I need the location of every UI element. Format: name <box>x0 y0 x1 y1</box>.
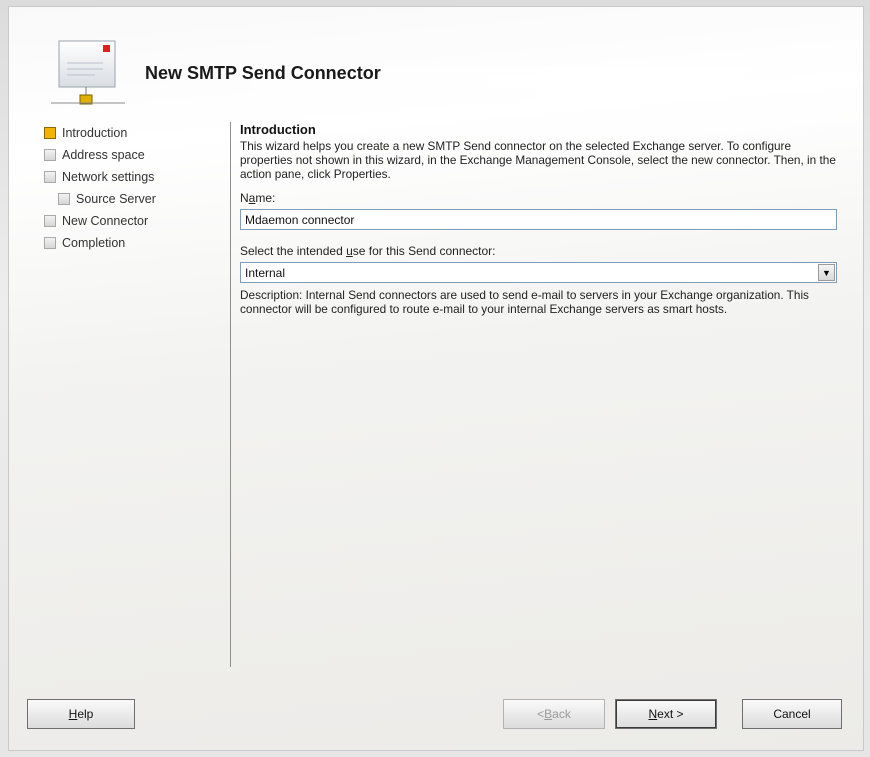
next-mnemonic: N <box>648 707 658 721</box>
name-input[interactable] <box>240 209 837 230</box>
step-label: Network settings <box>62 170 155 184</box>
next-label: ext > <box>657 707 684 721</box>
step-label: New Connector <box>62 214 149 228</box>
content-pane: Introduction This wizard helps you creat… <box>240 122 840 316</box>
step-active-icon <box>44 127 56 139</box>
back-button[interactable]: < Back <box>503 699 605 729</box>
step-pending-icon <box>58 193 70 205</box>
step-pending-icon <box>44 237 56 249</box>
next-button[interactable]: Next > <box>615 699 717 729</box>
step-label: Completion <box>62 236 126 250</box>
name-label-part: N <box>240 191 249 205</box>
use-label-part: se for this Send connector: <box>352 244 496 258</box>
name-label: Name: <box>240 191 840 205</box>
use-label-part: Select the intended <box>240 244 347 258</box>
step-new-connector: New Connector <box>44 210 224 232</box>
back-label: ack <box>552 707 571 721</box>
use-label: Select the intended use for this Send co… <box>240 244 840 258</box>
cancel-button[interactable]: Cancel <box>742 699 842 729</box>
step-label: Source Server <box>76 192 156 206</box>
description-text: Description: Internal Send connectors ar… <box>240 288 809 316</box>
back-mnemonic: B <box>544 707 553 721</box>
help-button[interactable]: Help <box>27 699 135 729</box>
back-label-prefix: < <box>537 707 545 721</box>
wizard-title: New SMTP Send Connector <box>145 63 381 83</box>
intro-text: This wizard helps you create a new SMTP … <box>240 139 836 181</box>
chevron-down-icon[interactable]: ▼ <box>818 264 835 281</box>
name-label-part: me: <box>255 191 276 205</box>
send-connector-icon <box>45 37 131 117</box>
step-pending-icon <box>44 171 56 183</box>
help-mnemonic: H <box>68 707 78 721</box>
section-title: Introduction <box>240 122 316 137</box>
step-source-server: Source Server <box>44 188 224 210</box>
step-introduction: Introduction <box>44 122 224 144</box>
steps-divider <box>230 122 231 667</box>
help-label: elp <box>77 707 94 721</box>
use-label-mnemonic: u <box>346 244 353 258</box>
step-pending-icon <box>44 149 56 161</box>
step-address-space: Address space <box>44 144 224 166</box>
step-pending-icon <box>44 215 56 227</box>
step-network-settings: Network settings <box>44 166 224 188</box>
wizard-steps: Introduction Address space Network setti… <box>44 122 224 254</box>
intended-use-select[interactable]: Internal ▼ <box>240 262 837 283</box>
step-label: Introduction <box>62 126 128 140</box>
intended-use-value: Internal <box>245 265 286 280</box>
wizard-window: New SMTP Send Connector <box>8 6 864 751</box>
step-label: Address space <box>62 148 145 162</box>
step-completion: Completion <box>44 232 224 254</box>
